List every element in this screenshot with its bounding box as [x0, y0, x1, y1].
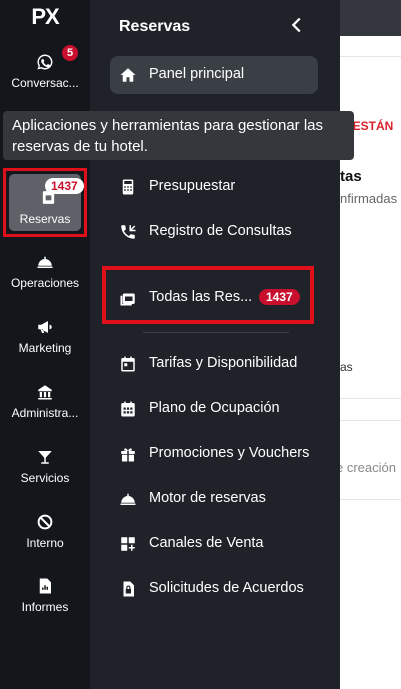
- megaphone-icon: [38, 321, 52, 333]
- grid-plus-icon: [121, 537, 135, 551]
- content-divider: [340, 398, 401, 399]
- reservas-count-badge: 1437: [45, 178, 84, 194]
- menu-item-label: Tarifas y Disponibilidad: [149, 355, 298, 371]
- menu-item-solicitudes-de-acuerdos[interactable]: Solicitudes de Acuerdos: [110, 570, 318, 608]
- calendar-grid-icon: [121, 401, 135, 417]
- menu-item-label: Canales de Venta: [149, 535, 264, 551]
- document-lock-icon: [123, 581, 134, 597]
- rail-item-servicios[interactable]: Servicios: [0, 448, 90, 508]
- content-note: as: [340, 360, 353, 374]
- menu-item-label: Panel principal: [149, 66, 245, 82]
- whatsapp-icon: [37, 54, 53, 70]
- rail-item-informes[interactable]: Informes: [0, 577, 90, 637]
- rail-item-label: Administra...: [11, 406, 79, 420]
- menu-item-promociones-y-vouchers[interactable]: Promociones y Vouchers: [110, 435, 318, 473]
- menu-item-registro-de-consultas[interactable]: Registro de Consultas: [110, 213, 318, 251]
- menu-item-label: Presupuestar: [149, 178, 236, 194]
- reservas-highlight-box: Reservas 1437: [3, 168, 87, 237]
- rail-item-operaciones[interactable]: Operaciones: [0, 253, 90, 313]
- rail-item-administracion[interactable]: Administra...: [0, 383, 90, 443]
- menu-item-label: Registro de Consultas: [149, 223, 292, 239]
- menu-item-presupuestar[interactable]: Presupuestar: [110, 168, 318, 206]
- calendar-icon: [121, 356, 135, 372]
- service-bell-icon: [120, 493, 136, 505]
- menu-item-label: Plano de Ocupación: [149, 400, 280, 416]
- menu-divider: [143, 332, 289, 333]
- menu-item-label: Solicitudes de Acuerdos: [149, 580, 304, 596]
- section-subheading: nfirmadas: [340, 191, 398, 206]
- home-icon: [120, 68, 136, 82]
- rail-item-label: Servicios: [20, 471, 70, 485]
- reservas-tooltip: Aplicaciones y herramientas para gestion…: [3, 111, 354, 160]
- building-icon: [38, 385, 52, 400]
- rail-item-marketing[interactable]: Marketing: [0, 318, 90, 378]
- rail-item-conversaciones[interactable]: Conversac...: [0, 53, 90, 113]
- report-icon: [39, 578, 51, 594]
- content-divider: [340, 56, 401, 57]
- todas-las-reservas-highlight-box: [102, 266, 314, 324]
- menu-item-motor-de-reservas[interactable]: Motor de reservas: [110, 480, 318, 518]
- phone-callback-icon: [121, 225, 136, 239]
- app-logo[interactable]: PX: [0, 0, 90, 36]
- menu-item-canales-de-venta[interactable]: Canales de Venta: [110, 525, 318, 563]
- reservas-panel: Reservas Panel principal Presupuestar Re…: [90, 0, 340, 689]
- rail-item-label: Marketing: [18, 341, 72, 355]
- rail-item-interno[interactable]: Interno: [0, 513, 90, 573]
- notification-badge: 5: [62, 45, 79, 61]
- cocktail-icon: [38, 451, 52, 464]
- menu-item-label: Motor de reservas: [149, 490, 266, 506]
- menu-item-panel-principal[interactable]: Panel principal: [110, 56, 318, 94]
- chevron-left-icon[interactable]: [286, 14, 308, 36]
- menu-item-tarifas-y-disponibilidad[interactable]: Tarifas y Disponibilidad: [110, 345, 318, 383]
- date-hint: e creación: [340, 460, 396, 475]
- rail-item-label: Interno: [26, 536, 64, 550]
- service-bell-icon: [37, 256, 53, 268]
- main-content: O ESTÁN tas nfirmadas as e creación: [340, 0, 401, 689]
- ban-icon: [37, 514, 53, 530]
- calculator-icon: [122, 179, 134, 195]
- rail-item-label: Informes: [21, 600, 69, 614]
- section-heading: tas: [340, 168, 362, 185]
- gift-icon: [121, 448, 135, 462]
- menu-item-label: Promociones y Vouchers: [149, 445, 310, 461]
- panel-title: Reservas: [119, 18, 191, 35]
- rail-item-label: Reservas: [19, 212, 71, 226]
- rail-item-label: Conversac...: [11, 76, 79, 90]
- menu-item-plano-de-ocupacion[interactable]: Plano de Ocupación: [110, 390, 318, 428]
- top-bar: [340, 0, 401, 36]
- rail-item-label: Operaciones: [10, 276, 80, 290]
- icon-rail: PX Conversac... 5 Reservas 1437 Operacio…: [0, 0, 90, 689]
